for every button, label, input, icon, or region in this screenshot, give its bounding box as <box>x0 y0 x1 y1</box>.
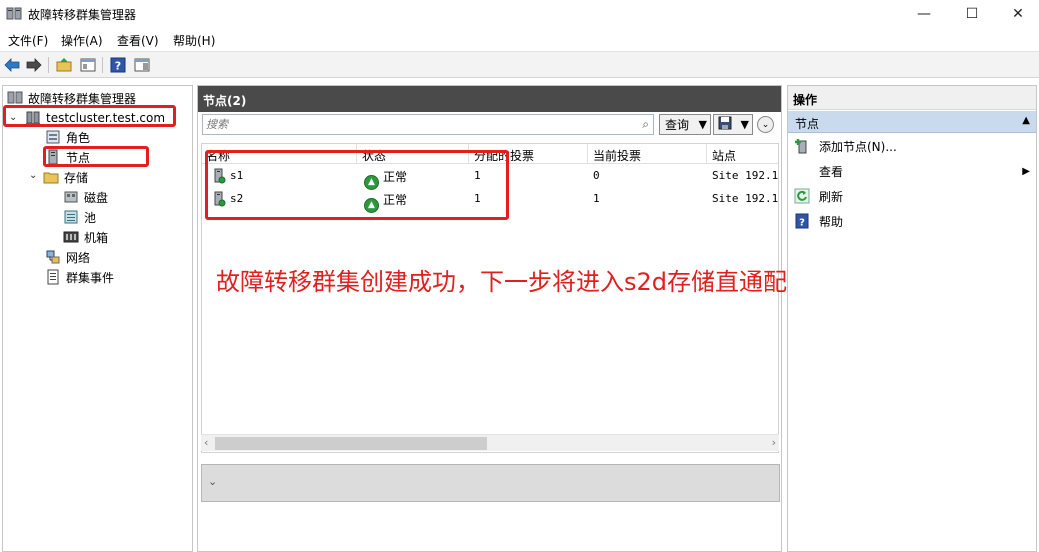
enclosure-icon <box>63 229 79 245</box>
menu-action[interactable]: 操作(A) <box>61 32 103 49</box>
minimize-button[interactable]: — <box>901 0 947 28</box>
current-vote: 1 <box>593 192 600 205</box>
title-bar: 故障转移群集管理器 — ☐ ✕ <box>0 0 1039 28</box>
cluster-events-icon <box>45 269 61 285</box>
dropdown-arrow-icon: ▼ <box>698 118 707 131</box>
nodes-table: 名称 状态 分配的投票 当前投票 站点 s1 ▲ 正常 1 0 Site 192… <box>201 143 779 453</box>
search-field[interactable]: ⌕ <box>202 114 654 135</box>
maximize-button[interactable]: ☐ <box>949 0 995 28</box>
search-icon[interactable]: ⌕ <box>642 117 649 132</box>
save-icon <box>718 116 732 133</box>
column-header-site[interactable]: 站点 <box>712 147 736 164</box>
menu-view[interactable]: 查看(V) <box>117 32 159 49</box>
action-view[interactable]: 查看 ▶ <box>788 160 1036 182</box>
actions-group-header[interactable]: 节点 ▲ <box>788 111 1036 133</box>
tree-item-cluster-events[interactable]: 群集事件 <box>45 268 114 286</box>
scroll-left-icon[interactable]: ‹ <box>204 436 208 449</box>
save-query-button[interactable]: ▼ <box>713 114 753 135</box>
tree-item-label: 群集事件 <box>66 270 115 285</box>
action-refresh[interactable]: 刷新 <box>788 185 1036 207</box>
svg-text:?: ? <box>115 60 121 73</box>
forward-arrow-icon[interactable] <box>25 56 43 74</box>
tree-item-enclosures[interactable]: 机箱 <box>63 228 108 246</box>
tree-item-roles[interactable]: 角色 <box>45 128 90 146</box>
nodes-highlight-box <box>43 146 149 167</box>
tree-item-label: 机箱 <box>84 230 109 245</box>
current-vote: 0 <box>593 169 600 182</box>
roles-icon <box>45 129 61 145</box>
toolbar-separator <box>48 57 49 73</box>
tree-item-label: 角色 <box>66 130 91 145</box>
details-panel[interactable]: ⌄ <box>201 464 780 502</box>
collapse-up-icon[interactable]: ▲ <box>1022 115 1030 126</box>
query-label: 查询 <box>665 118 690 132</box>
actions-group-label: 节点 <box>795 117 820 131</box>
up-folder-icon[interactable] <box>55 56 73 74</box>
tree-item-disks[interactable]: 磁盘 <box>63 188 108 206</box>
cluster-highlight-box <box>3 105 176 127</box>
action-help[interactable]: ? 帮助 <box>788 210 1036 232</box>
close-button[interactable]: ✕ <box>995 0 1039 28</box>
navigation-tree: 故障转移群集管理器 ⌄ testcluster.test.com 角色 节点 ⌄ <box>2 85 193 552</box>
horizontal-scrollbar[interactable]: ‹ › <box>201 434 779 451</box>
show-hide-action-pane-icon[interactable] <box>133 56 151 74</box>
tree-item-label: 网络 <box>66 250 91 265</box>
pool-icon <box>63 209 79 225</box>
query-button[interactable]: 查询 ▼ <box>659 114 711 135</box>
disk-icon <box>63 189 79 205</box>
blank-icon <box>794 163 810 179</box>
scrollbar-thumb[interactable] <box>215 437 487 450</box>
column-separator[interactable] <box>587 144 588 164</box>
add-node-icon <box>794 138 810 154</box>
refresh-icon <box>794 188 810 204</box>
menu-file[interactable]: 文件(F) <box>8 32 48 49</box>
submenu-arrow-icon: ▶ <box>1022 165 1030 177</box>
tree-item-label: 故障转移群集管理器 <box>28 91 137 106</box>
search-bar: ⌕ 查询 ▼ ▼ ⌄ <box>202 114 781 136</box>
action-label: 帮助 <box>819 214 844 229</box>
tree-item-storage[interactable]: 存储 <box>43 168 88 186</box>
action-label: 刷新 <box>819 189 844 204</box>
site: Site 192.16 <box>712 192 779 205</box>
actions-title: 操作 <box>788 86 1036 110</box>
network-icon <box>45 249 61 265</box>
back-arrow-icon[interactable] <box>3 56 21 74</box>
actions-pane: 操作 节点 ▲ 添加节点(N)... 查看 ▶ 刷新 ? 帮助 <box>787 85 1037 552</box>
show-hide-tree-icon[interactable] <box>79 56 97 74</box>
action-add-node[interactable]: 添加节点(N)... <box>788 135 1036 157</box>
help-icon[interactable]: ? <box>109 56 127 74</box>
action-label: 添加节点(N)... <box>819 139 897 154</box>
dropdown-arrow-icon: ▼ <box>740 118 749 131</box>
storage-folder-icon <box>43 169 59 185</box>
menu-help[interactable]: 帮助(H) <box>173 32 215 49</box>
tree-item-label: 池 <box>84 210 97 225</box>
rows-highlight-box <box>205 150 509 220</box>
tree-item-networks[interactable]: 网络 <box>45 248 90 266</box>
cluster-manager-app-icon <box>6 6 22 22</box>
cluster-manager-icon <box>7 90 23 106</box>
pane-title: 节点(2) <box>198 86 781 112</box>
menu-bar: 文件(F) 操作(A) 查看(V) 帮助(H) <box>0 29 1039 49</box>
nodes-pane: 节点(2) ⌕ 查询 ▼ ▼ ⌄ 名称 状态 <box>197 85 782 552</box>
svg-text:?: ? <box>799 218 805 229</box>
column-header-current-vote[interactable]: 当前投票 <box>593 147 641 164</box>
site: Site 192.16 <box>712 169 779 182</box>
chevron-down-icon[interactable]: ⌄ <box>208 475 217 488</box>
tree-item-label: 磁盘 <box>84 190 109 205</box>
toolbar: ? <box>0 51 1039 78</box>
column-separator[interactable] <box>706 144 707 164</box>
help-icon: ? <box>794 213 810 229</box>
tree-item-label: 存储 <box>64 170 89 185</box>
expand-chevron-icon[interactable]: ⌄ <box>757 116 774 133</box>
toolbar-separator <box>102 57 103 73</box>
scroll-right-icon[interactable]: › <box>772 436 776 449</box>
search-input[interactable] <box>203 115 623 134</box>
window-title: 故障转移群集管理器 <box>28 8 137 22</box>
annotation-text: 故障转移群集创建成功，下一步将进入s2d存储直通配置 <box>216 268 812 296</box>
action-label: 查看 <box>819 164 844 179</box>
chevron-down-icon[interactable]: ⌄ <box>29 170 37 181</box>
failover-cluster-manager-window: 故障转移群集管理器 — ☐ ✕ 文件(F) 操作(A) 查看(V) 帮助(H) … <box>0 0 1039 552</box>
tree-item-pools[interactable]: 池 <box>63 208 96 226</box>
